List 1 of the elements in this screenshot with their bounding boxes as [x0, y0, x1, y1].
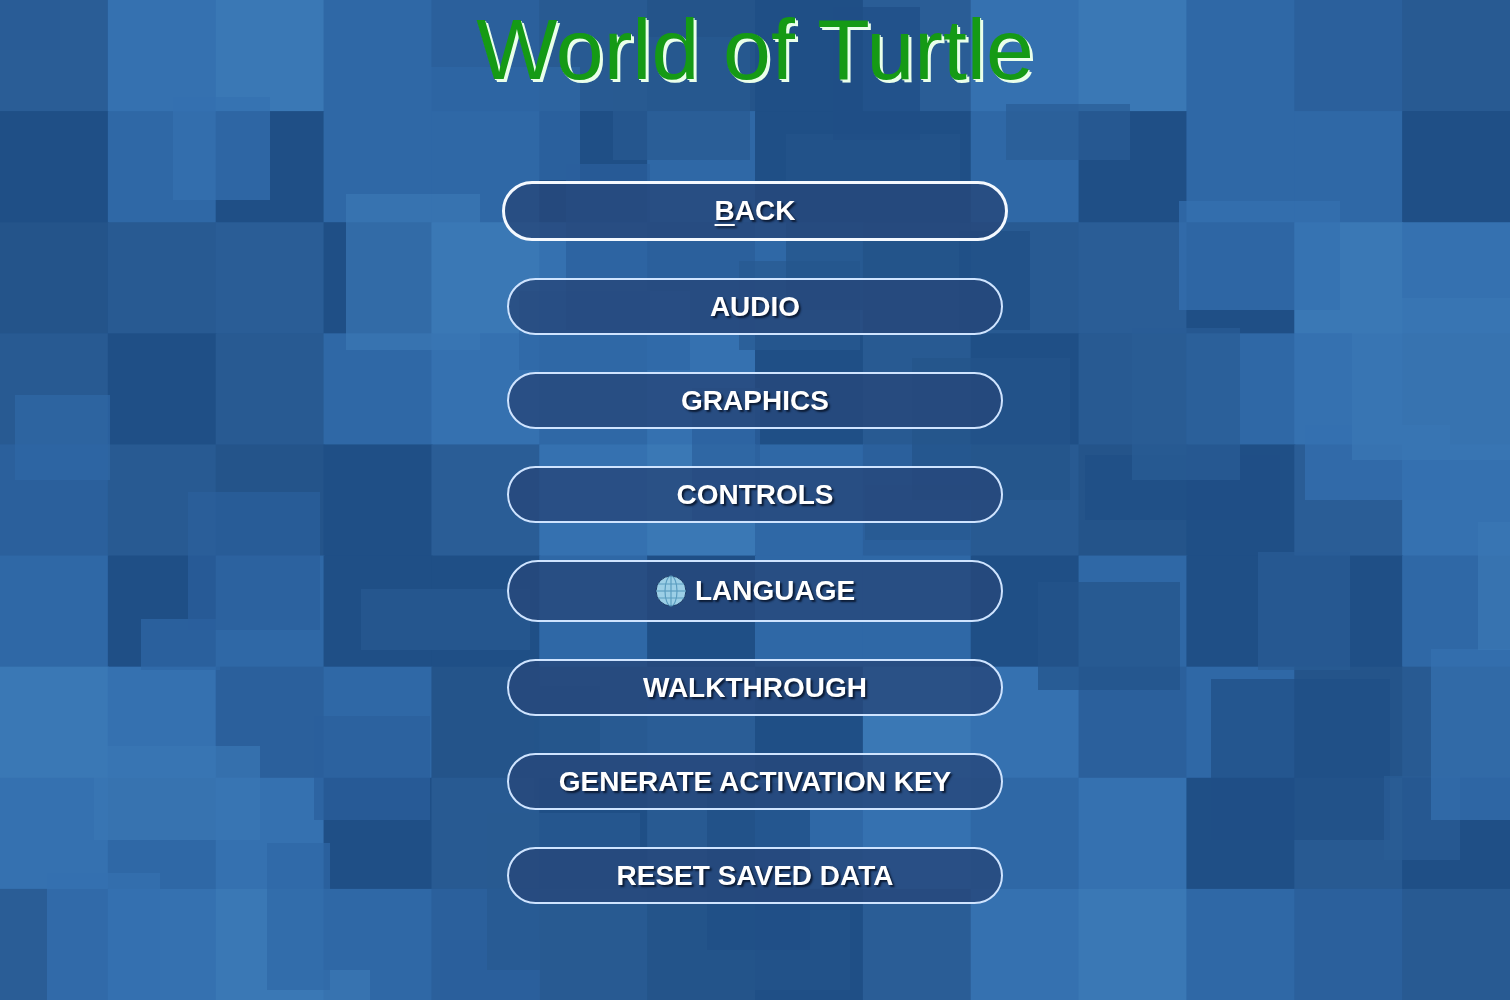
game-title: World of Turtle: [476, 0, 1034, 92]
